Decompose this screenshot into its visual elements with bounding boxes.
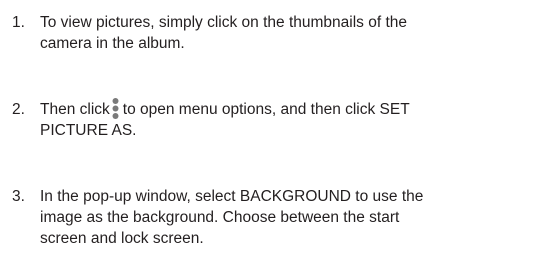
instruction-list: 1. To view pictures, simply click on the…: [0, 12, 540, 249]
step-1: 1. To view pictures, simply click on the…: [0, 12, 540, 54]
step-text-before-icon: Then click: [40, 101, 110, 118]
step-number: 1.: [12, 14, 25, 31]
step-text-after-icon: to open menu options, and then click SET: [122, 101, 410, 118]
step-text-line: camera in the album.: [40, 35, 185, 52]
step-2: 2. Then click to open menu options, and t…: [0, 98, 540, 141]
more-options-vertical-dots-icon: [111, 98, 120, 120]
step-3: 3. In the pop-up window, select BACKGROU…: [0, 186, 540, 249]
step-text-line: Then click to open menu options, and then…: [40, 98, 540, 120]
step-text-line: image as the background. Choose between …: [40, 209, 400, 226]
step-text-line: screen and lock screen.: [40, 230, 204, 247]
step-text-line: PICTURE AS.: [40, 122, 137, 139]
step-number: 3.: [12, 188, 25, 205]
step-text-line: In the pop-up window, select BACKGROUND …: [40, 188, 424, 205]
step-number: 2.: [12, 101, 25, 118]
step-text-line: To view pictures, simply click on the th…: [40, 14, 407, 31]
